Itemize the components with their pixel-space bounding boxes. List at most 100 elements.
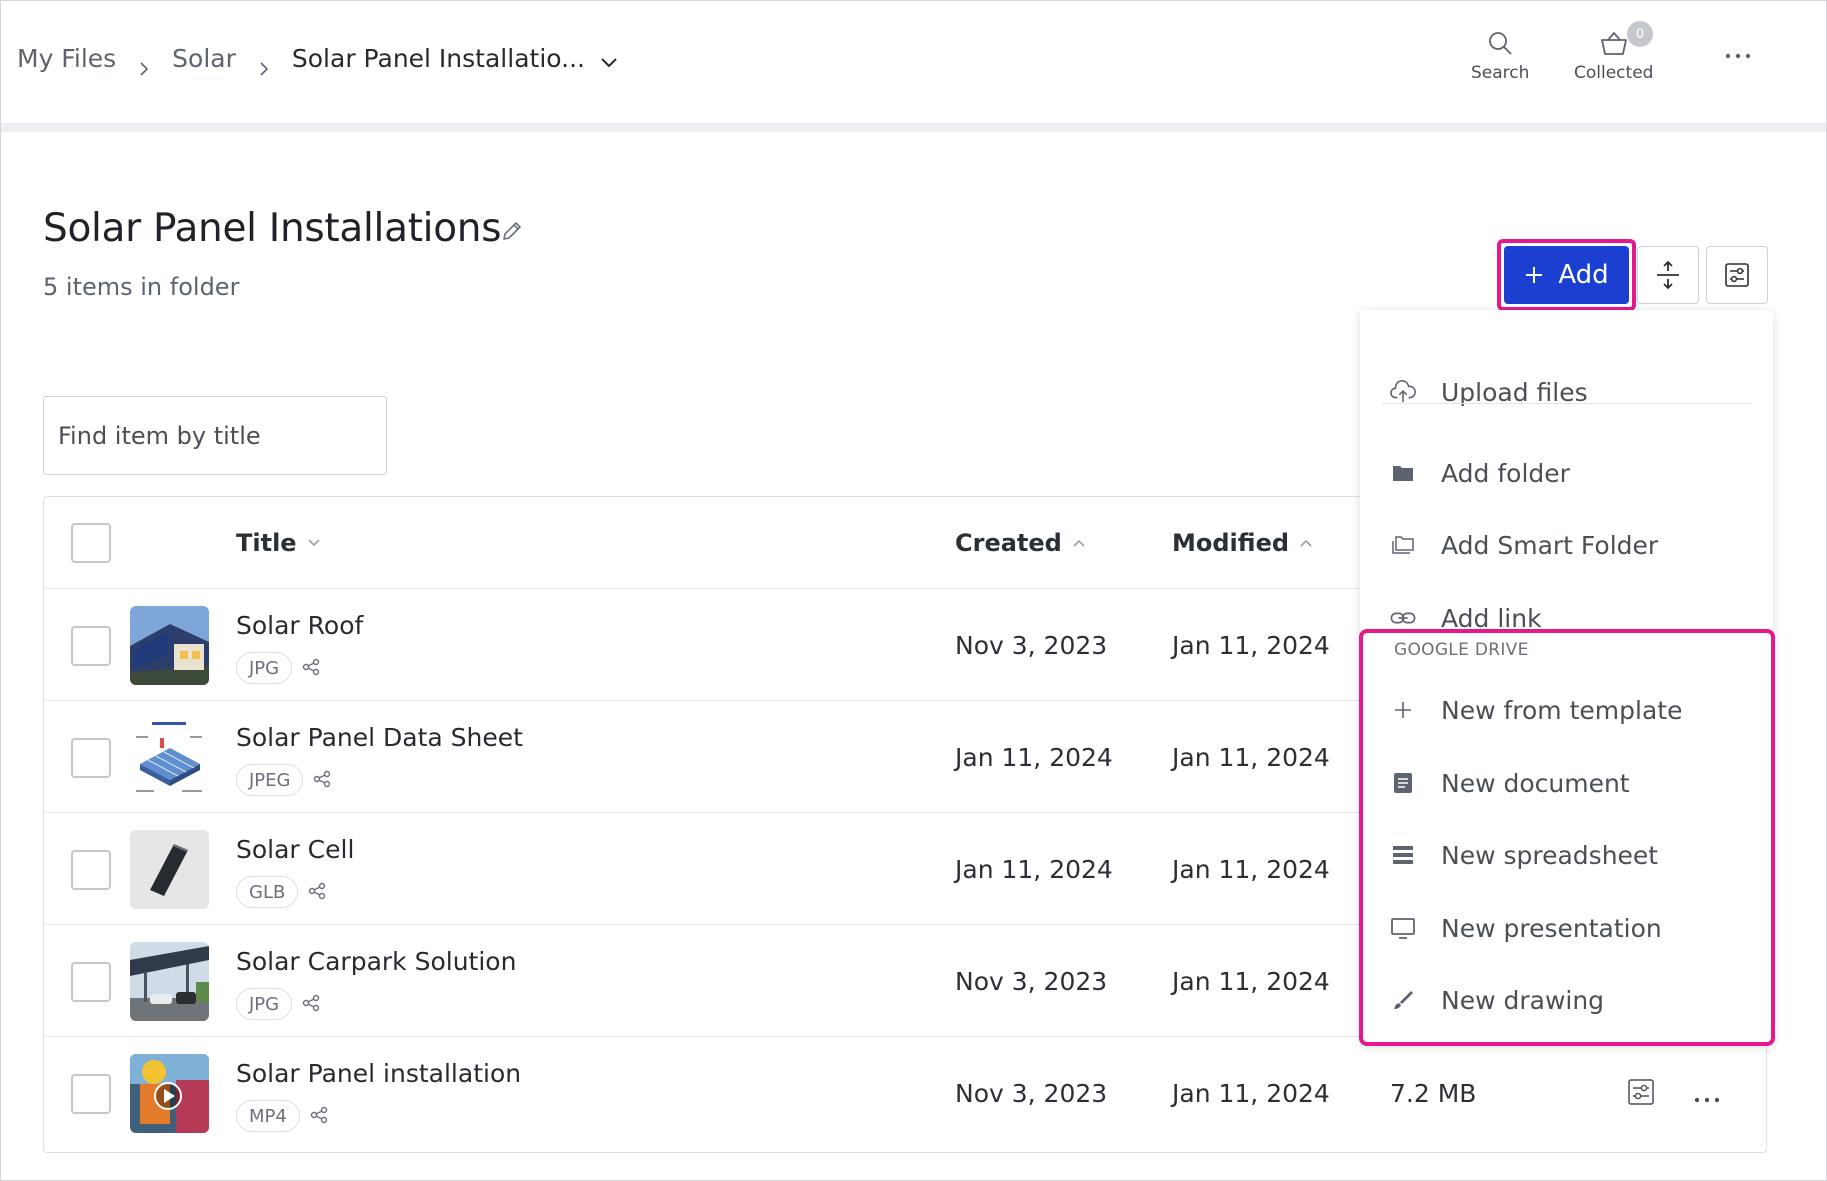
google-drive-section-title: GOOGLE DRIVE xyxy=(1394,640,1529,660)
menu-new-spreadsheet[interactable]: New spreadsheet xyxy=(1360,825,1773,885)
row-title[interactable]: Solar Roof xyxy=(236,611,363,640)
row-created: Jan 11, 2024 xyxy=(955,743,1113,772)
thumbnail-solar-carpark xyxy=(130,942,209,1021)
menu-new-spreadsheet-label: New spreadsheet xyxy=(1441,840,1659,870)
menu-new-drawing[interactable]: New drawing xyxy=(1360,970,1773,1030)
menu-add-folder-label: Add folder xyxy=(1441,458,1570,488)
breadcrumb-solar[interactable]: Solar xyxy=(172,44,236,73)
thumbnail-solar-panel-installation xyxy=(130,1054,209,1133)
row-title[interactable]: Solar Panel Data Sheet xyxy=(236,723,523,752)
share-icon[interactable] xyxy=(310,1106,328,1128)
folder-icon xyxy=(1390,460,1416,486)
menu-new-document[interactable]: New document xyxy=(1360,753,1773,813)
document-icon xyxy=(1390,770,1416,796)
table-row[interactable]: Solar Panel installation MP4 Nov 3, 2023… xyxy=(44,1037,1766,1149)
row-checkbox[interactable] xyxy=(71,1074,111,1114)
expand-vertical-icon xyxy=(1657,260,1679,290)
share-icon[interactable] xyxy=(313,770,331,792)
row-modified: Jan 11, 2024 xyxy=(1172,967,1330,996)
menu-add-link-label: Add link xyxy=(1441,603,1542,633)
expand-collapse-button[interactable] xyxy=(1637,246,1699,304)
plus-icon xyxy=(1390,697,1416,723)
row-size: 7.2 MB xyxy=(1390,1079,1477,1108)
breadcrumb-current[interactable]: Solar Panel Installatio... xyxy=(292,44,585,73)
row-modified: Jan 11, 2024 xyxy=(1172,855,1330,884)
menu-new-from-template[interactable]: New from template xyxy=(1360,680,1773,740)
thumbnail-solar-roof xyxy=(130,606,209,685)
file-type-badge: JPG xyxy=(236,988,293,1020)
header-divider xyxy=(1,123,1826,132)
collected-count-badge: 0 xyxy=(1627,21,1653,47)
row-title[interactable]: Solar Cell xyxy=(236,835,354,864)
row-created: Nov 3, 2023 xyxy=(955,967,1108,996)
sort-up-icon xyxy=(1073,539,1085,547)
collected-label: Collected xyxy=(1574,63,1654,83)
pencil-icon[interactable] xyxy=(500,219,524,247)
thumbnail-solar-panel-data-sheet xyxy=(130,718,209,797)
row-created: Nov 3, 2023 xyxy=(955,631,1108,660)
row-modified: Jan 11, 2024 xyxy=(1172,743,1330,772)
chevron-down-icon[interactable] xyxy=(599,49,619,69)
link-icon xyxy=(1390,605,1416,631)
more-options-icon[interactable] xyxy=(1724,46,1752,65)
menu-new-from-template-label: New from template xyxy=(1441,695,1683,725)
smart-folder-icon xyxy=(1390,532,1416,558)
plus-icon xyxy=(1526,267,1543,283)
search-label: Search xyxy=(1471,63,1530,83)
share-icon[interactable] xyxy=(302,658,320,680)
chevron-right-icon xyxy=(258,53,270,76)
share-icon[interactable] xyxy=(308,882,326,904)
menu-new-presentation[interactable]: New presentation xyxy=(1360,898,1773,958)
row-title[interactable]: Solar Carpark Solution xyxy=(236,947,516,976)
add-button-label: Add xyxy=(1558,260,1609,290)
basket-icon xyxy=(1600,31,1627,55)
file-type-badge: JPEG xyxy=(236,764,304,796)
menu-add-smart-folder[interactable]: Add Smart Folder xyxy=(1360,515,1773,575)
menu-add-link[interactable]: Add link xyxy=(1360,588,1773,648)
spreadsheet-icon xyxy=(1390,842,1416,868)
breadcrumb-my-files[interactable]: My Files xyxy=(17,44,116,73)
column-title[interactable]: Title xyxy=(236,529,321,557)
column-created-label: Created xyxy=(955,529,1062,557)
breadcrumb: My Files Solar Solar Panel Installatio..… xyxy=(17,44,619,76)
menu-new-presentation-label: New presentation xyxy=(1441,913,1662,943)
select-all-checkbox[interactable] xyxy=(71,523,111,563)
menu-add-folder[interactable]: Add folder xyxy=(1360,443,1773,503)
row-created: Nov 3, 2023 xyxy=(955,1079,1108,1108)
menu-add-smart-folder-label: Add Smart Folder xyxy=(1441,530,1659,560)
row-checkbox[interactable] xyxy=(71,962,111,1002)
column-created[interactable]: Created xyxy=(955,529,1086,557)
chevron-right-icon xyxy=(138,53,150,76)
row-created: Jan 11, 2024 xyxy=(955,855,1113,884)
row-checkbox[interactable] xyxy=(71,626,111,666)
view-settings-button[interactable] xyxy=(1706,246,1768,304)
sort-up-icon xyxy=(1300,539,1312,547)
row-modified: Jan 11, 2024 xyxy=(1172,1079,1330,1108)
row-settings-icon[interactable] xyxy=(1627,1078,1655,1110)
row-checkbox[interactable] xyxy=(71,738,111,778)
row-checkbox[interactable] xyxy=(71,850,111,890)
add-button[interactable]: Add xyxy=(1504,246,1629,304)
add-dropdown-menu: Upload files Add folder Add Smart Folder… xyxy=(1360,310,1773,1045)
thumbnail-solar-cell xyxy=(130,830,209,909)
column-modified[interactable]: Modified xyxy=(1172,529,1313,557)
row-title[interactable]: Solar Panel installation xyxy=(236,1059,521,1088)
presentation-icon xyxy=(1390,915,1416,941)
search-icon xyxy=(1489,32,1512,55)
file-type-badge: GLB xyxy=(236,876,299,908)
menu-new-document-label: New document xyxy=(1441,768,1630,798)
share-icon[interactable] xyxy=(302,994,320,1016)
row-more-icon[interactable] xyxy=(1694,1089,1720,1108)
row-modified: Jan 11, 2024 xyxy=(1172,631,1330,660)
menu-new-drawing-label: New drawing xyxy=(1441,985,1605,1015)
item-count: 5 items in folder xyxy=(43,273,240,301)
page-title: Solar Panel Installations xyxy=(43,206,502,251)
column-title-label: Title xyxy=(236,529,297,557)
header-search-button[interactable]: Search xyxy=(1471,30,1529,83)
menu-upload-files[interactable]: Upload files xyxy=(1360,362,1773,422)
file-type-badge: JPG xyxy=(236,652,293,684)
menu-divider xyxy=(1382,403,1752,404)
search-input[interactable] xyxy=(43,396,387,475)
column-modified-label: Modified xyxy=(1172,529,1290,557)
file-type-badge: MP4 xyxy=(236,1100,300,1132)
